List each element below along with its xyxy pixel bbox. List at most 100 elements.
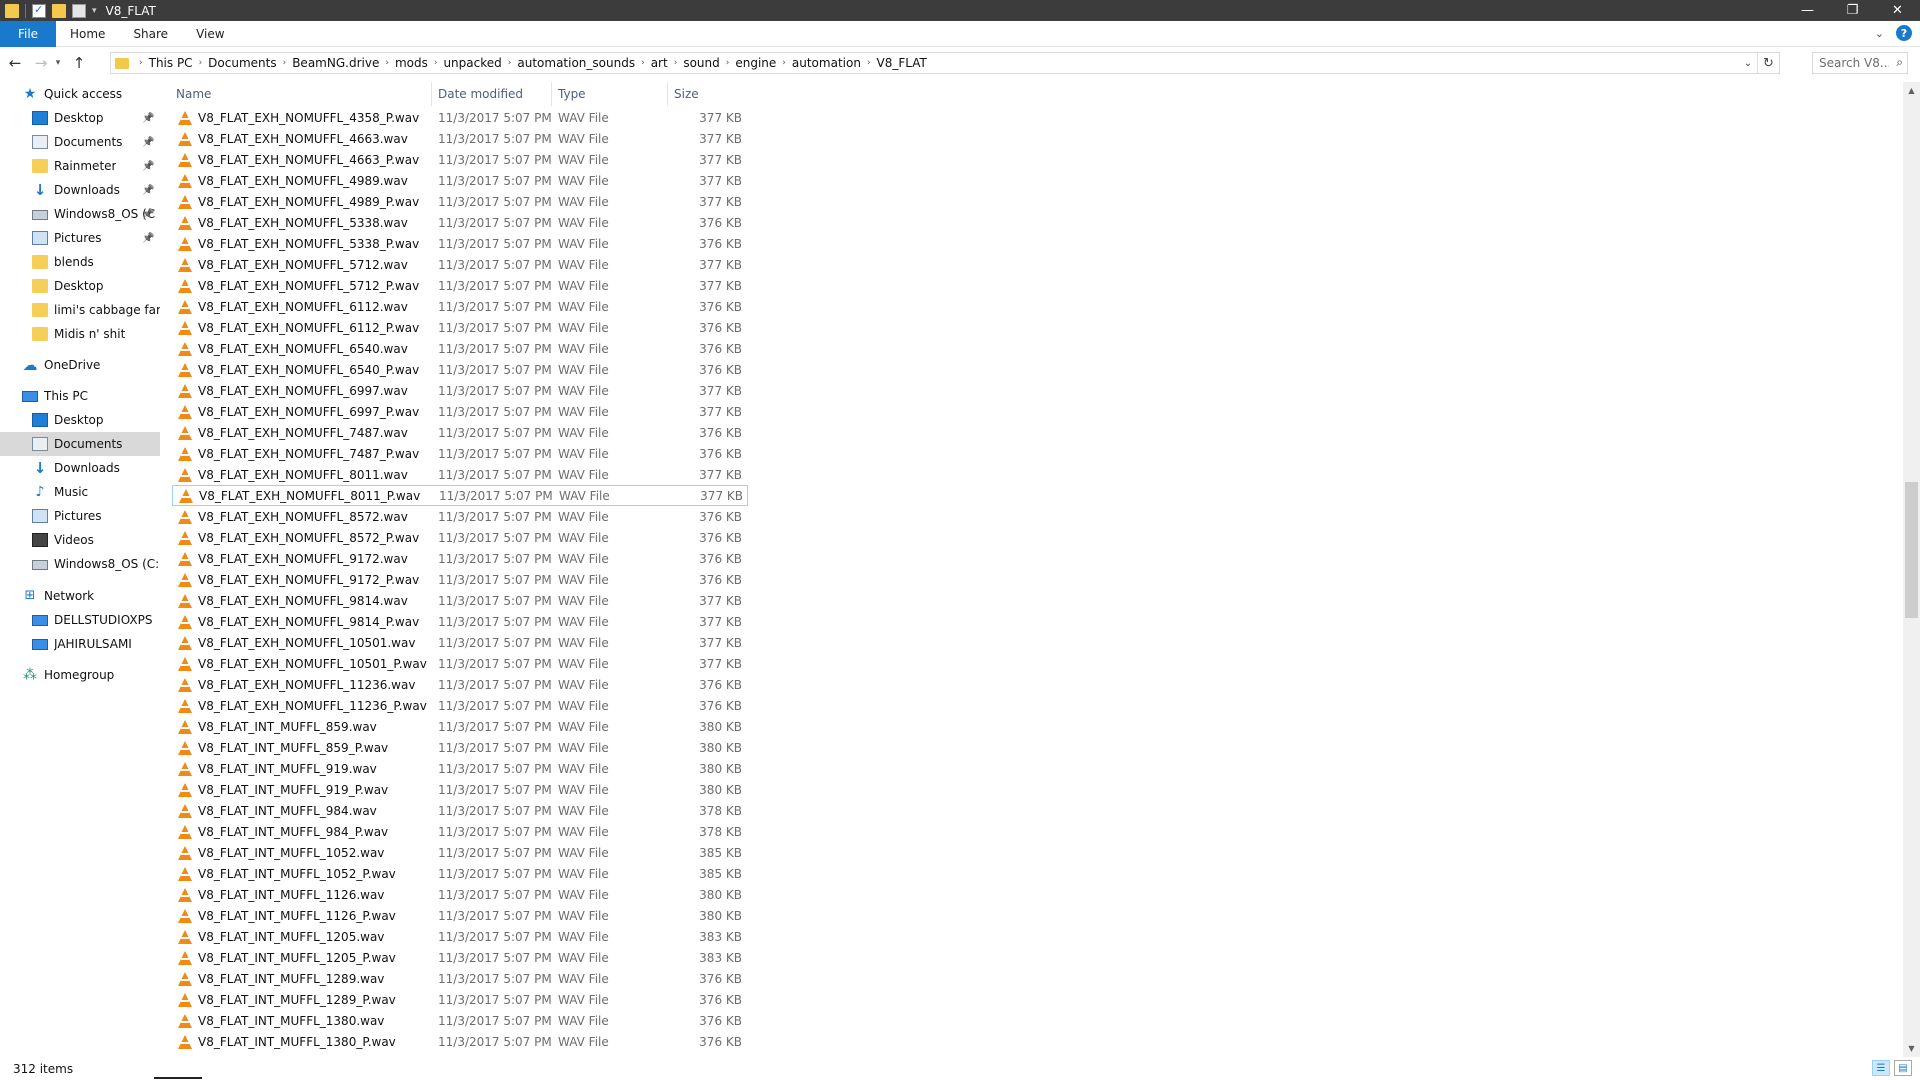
table-row[interactable]: V8_FLAT_EXH_NOMUFFL_6997.wav 11/3/2017 5:… <box>172 380 748 401</box>
table-row[interactable]: V8_FLAT_EXH_NOMUFFL_9172_P.wav 11/3/2017 … <box>172 569 748 590</box>
table-row[interactable]: V8_FLAT_INT_MUFFL_984.wav 11/3/2017 5:07 … <box>172 800 748 821</box>
pin-icon[interactable]: 📌 <box>142 185 154 196</box>
breadcrumb-unpacked[interactable]: unpacked <box>443 56 501 70</box>
table-row[interactable]: V8_FLAT_EXH_NOMUFFL_4663.wav 11/3/2017 5:… <box>172 128 748 149</box>
table-row[interactable]: V8_FLAT_INT_MUFFL_1205.wav 11/3/2017 5:07… <box>172 926 748 947</box>
expand-ribbon-icon[interactable]: ⌄ <box>1875 27 1884 40</box>
tab-file[interactable]: File <box>0 20 56 47</box>
table-row[interactable]: V8_FLAT_INT_MUFFL_1205_P.wav 11/3/2017 5:… <box>172 947 748 968</box>
table-row[interactable]: V8_FLAT_EXH_NOMUFFL_6112.wav 11/3/2017 5:… <box>172 296 748 317</box>
breadcrumb-automation[interactable]: automation <box>792 56 861 70</box>
scroll-up-icon[interactable]: ▲ <box>1903 82 1920 99</box>
breadcrumb-mods[interactable]: mods <box>395 56 428 70</box>
chevron-right-icon[interactable]: › <box>641 58 645 68</box>
column-header-date-modified[interactable]: Date modified <box>432 82 552 106</box>
breadcrumb-beamng[interactable]: BeamNG.drive <box>292 56 379 70</box>
chevron-down-icon[interactable]: ▾ <box>92 6 97 16</box>
pin-icon[interactable]: 📌 <box>142 233 154 244</box>
sidebar-item-desktop[interactable]: Desktop 📌 <box>0 106 160 130</box>
sidebar-item-downloads[interactable]: ↓ Downloads <box>0 456 160 480</box>
table-row[interactable]: V8_FLAT_EXH_NOMUFFL_7487_P.wav 11/3/2017 … <box>172 443 748 464</box>
table-row[interactable]: V8_FLAT_EXH_NOMUFFL_4663_P.wav 11/3/2017 … <box>172 149 748 170</box>
chevron-right-icon[interactable]: › <box>674 58 678 68</box>
table-row[interactable]: V8_FLAT_EXH_NOMUFFL_8011.wav 11/3/2017 5:… <box>172 464 748 485</box>
pin-icon[interactable]: 📌 <box>142 137 154 148</box>
sidebar-item-blends[interactable]: blends <box>0 250 160 274</box>
sidebar-item-network[interactable]: ⊞ Network <box>0 584 160 608</box>
refresh-icon[interactable]: ↻ <box>1757 53 1779 73</box>
table-row[interactable]: V8_FLAT_EXH_NOMUFFL_8572_P.wav 11/3/2017 … <box>172 527 748 548</box>
sidebar-item-pictures[interactable]: Pictures 📌 <box>0 226 160 250</box>
table-row[interactable]: V8_FLAT_EXH_NOMUFFL_9814.wav 11/3/2017 5:… <box>172 590 748 611</box>
table-row[interactable]: V8_FLAT_INT_MUFFL_1380.wav 11/3/2017 5:07… <box>172 1010 748 1031</box>
address-bar[interactable]: › This PC › Documents › BeamNG.drive › m… <box>110 52 1780 74</box>
breadcrumb-engine[interactable]: engine <box>735 56 776 70</box>
table-row[interactable]: V8_FLAT_INT_MUFFL_1126.wav 11/3/2017 5:07… <box>172 884 748 905</box>
table-row[interactable]: V8_FLAT_EXH_NOMUFFL_8011_P.wav 11/3/2017 … <box>172 485 748 506</box>
vertical-scrollbar[interactable]: ▲ ▼ <box>1903 82 1920 1057</box>
sidebar-item-music[interactable]: ♪ Music <box>0 480 160 504</box>
table-row[interactable]: V8_FLAT_EXH_NOMUFFL_10501_P.wav 11/3/2017… <box>172 653 748 674</box>
table-row[interactable]: V8_FLAT_INT_MUFFL_919_P.wav 11/3/2017 5:0… <box>172 779 748 800</box>
column-header-name[interactable]: Name ^ <box>170 82 432 106</box>
sidebar-item-documents[interactable]: Documents 📌 <box>0 130 160 154</box>
chevron-right-icon[interactable]: › <box>782 58 786 68</box>
details-view-icon[interactable]: ☰ <box>1872 1060 1890 1076</box>
breadcrumb-automation-sounds[interactable]: automation_sounds <box>517 56 635 70</box>
tab-view[interactable]: View <box>182 21 238 47</box>
up-arrow-icon[interactable]: ↑ <box>68 52 90 74</box>
table-row[interactable]: V8_FLAT_EXH_NOMUFFL_11236.wav 11/3/2017 5… <box>172 674 748 695</box>
chevron-right-icon[interactable]: › <box>283 58 287 68</box>
search-input[interactable]: Search V8... <box>1819 56 1889 70</box>
table-row[interactable]: V8_FLAT_EXH_NOMUFFL_5712_P.wav 11/3/2017 … <box>172 275 748 296</box>
sidebar-item-this-pc[interactable]: This PC <box>0 384 160 408</box>
table-row[interactable]: V8_FLAT_INT_MUFFL_1126_P.wav 11/3/2017 5:… <box>172 905 748 926</box>
sidebar-item-quick-access[interactable]: ★ Quick access <box>0 82 160 106</box>
breadcrumb-art[interactable]: art <box>651 56 668 70</box>
table-row[interactable]: V8_FLAT_INT_MUFFL_1052_P.wav 11/3/2017 5:… <box>172 863 748 884</box>
table-row[interactable]: V8_FLAT_INT_MUFFL_1289.wav 11/3/2017 5:07… <box>172 968 748 989</box>
sidebar-item-jahirulsami[interactable]: JAHIRULSAMI <box>0 632 160 656</box>
properties-check-icon[interactable] <box>32 3 46 18</box>
sidebar-item-videos[interactable]: Videos <box>0 528 160 552</box>
new-folder-icon[interactable] <box>52 3 66 18</box>
table-row[interactable]: V8_FLAT_INT_MUFFL_984_P.wav 11/3/2017 5:0… <box>172 821 748 842</box>
search-icon[interactable]: ⌕ <box>1896 55 1903 70</box>
sidebar-item-onedrive[interactable]: ☁ OneDrive <box>0 353 160 377</box>
table-row[interactable]: V8_FLAT_INT_MUFFL_859.wav 11/3/2017 5:07 … <box>172 716 748 737</box>
table-row[interactable]: V8_FLAT_INT_MUFFL_859_P.wav 11/3/2017 5:0… <box>172 737 748 758</box>
sidebar-item-desktop[interactable]: Desktop <box>0 274 160 298</box>
table-row[interactable]: V8_FLAT_EXH_NOMUFFL_9172.wav 11/3/2017 5:… <box>172 548 748 569</box>
pin-icon[interactable]: 📌 <box>142 209 154 220</box>
sidebar-item-pictures[interactable]: Pictures <box>0 504 160 528</box>
breadcrumb-sound[interactable]: sound <box>683 56 719 70</box>
table-row[interactable]: V8_FLAT_EXH_NOMUFFL_11236_P.wav 11/3/2017… <box>172 695 748 716</box>
chevron-right-icon[interactable]: › <box>726 58 730 68</box>
help-icon[interactable]: ? <box>1896 25 1912 41</box>
chevron-right-icon[interactable]: › <box>508 58 512 68</box>
back-arrow-icon[interactable]: ← <box>4 52 26 74</box>
table-row[interactable]: V8_FLAT_INT_MUFFL_1380_P.wav 11/3/2017 5:… <box>172 1031 748 1052</box>
sidebar-item-downloads[interactable]: ↓ Downloads 📌 <box>0 178 160 202</box>
table-row[interactable]: V8_FLAT_EXH_NOMUFFL_5338.wav 11/3/2017 5:… <box>172 212 748 233</box>
table-row[interactable]: V8_FLAT_INT_MUFFL_1052.wav 11/3/2017 5:07… <box>172 842 748 863</box>
table-row[interactable]: V8_FLAT_EXH_NOMUFFL_6112_P.wav 11/3/2017 … <box>172 317 748 338</box>
sidebar-item-desktop[interactable]: Desktop <box>0 408 160 432</box>
sidebar-item-windows8-os-c[interactable]: Windows8_OS (C:) <box>0 552 160 576</box>
close-button[interactable]: ✕ <box>1875 0 1920 21</box>
column-header-type[interactable]: Type <box>552 82 668 106</box>
column-header-size[interactable]: Size <box>668 82 750 106</box>
tab-share[interactable]: Share <box>119 21 182 47</box>
chevron-right-icon[interactable]: › <box>139 58 143 68</box>
table-row[interactable]: V8_FLAT_EXH_NOMUFFL_6540.wav 11/3/2017 5:… <box>172 338 748 359</box>
table-row[interactable]: V8_FLAT_EXH_NOMUFFL_7487.wav 11/3/2017 5:… <box>172 422 748 443</box>
breadcrumb-documents[interactable]: Documents <box>208 56 276 70</box>
scrollbar-thumb[interactable] <box>1905 482 1918 618</box>
sidebar-item-windows8-os-c[interactable]: Windows8_OS (C 📌 <box>0 202 160 226</box>
table-row[interactable]: V8_FLAT_EXH_NOMUFFL_9814_P.wav 11/3/2017 … <box>172 611 748 632</box>
table-row[interactable]: V8_FLAT_EXH_NOMUFFL_4358_P.wav 11/3/2017 … <box>172 107 748 128</box>
breadcrumb-v8-flat[interactable]: V8_FLAT <box>877 56 927 70</box>
tab-home[interactable]: Home <box>56 21 119 47</box>
chevron-right-icon[interactable]: › <box>385 58 389 68</box>
table-row[interactable]: V8_FLAT_INT_MUFFL_919.wav 11/3/2017 5:07 … <box>172 758 748 779</box>
